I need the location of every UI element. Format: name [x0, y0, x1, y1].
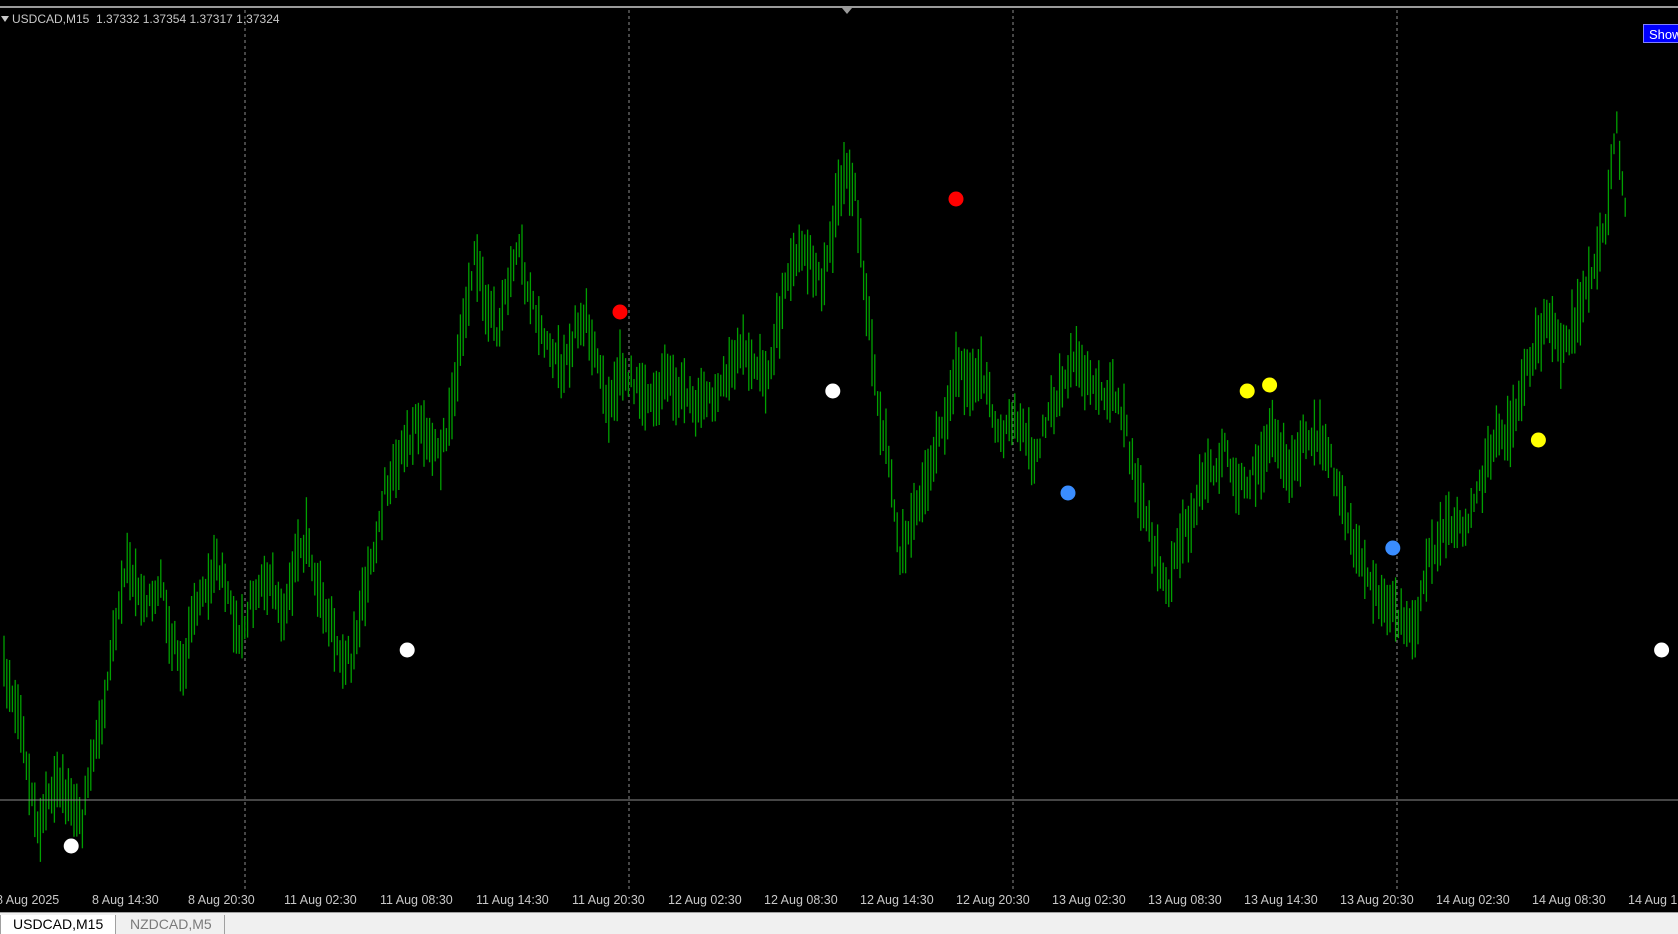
x-tick-label: 8 Aug 2025 [0, 893, 60, 907]
signal-marker-red [948, 191, 964, 207]
candle-group [3, 111, 1626, 862]
x-tick-label: 12 Aug 14:30 [860, 893, 934, 907]
x-tick-label: 11 Aug 02:30 [284, 893, 357, 907]
signal-marker-white [63, 838, 79, 854]
chart-tab-bar: USDCAD,M15 NZDCAD,M5 [0, 912, 1678, 934]
x-tick-label: 14 Aug 02:30 [1436, 893, 1510, 907]
signal-marker-blue [1385, 540, 1401, 556]
signal-marker-blue [1060, 485, 1076, 501]
show-button[interactable]: Show [1643, 24, 1678, 43]
signal-marker-white [1654, 642, 1670, 658]
signal-marker-white [399, 642, 415, 658]
x-tick-label: 11 Aug 08:30 [380, 893, 453, 907]
signal-marker-yellow [1262, 377, 1278, 393]
x-tick-label: 13 Aug 14:30 [1244, 893, 1318, 907]
x-tick-label: 12 Aug 02:30 [668, 893, 742, 907]
price-chart[interactable] [0, 0, 1678, 900]
signal-marker-red [612, 304, 628, 320]
x-tick-label: 13 Aug 08:30 [1148, 893, 1222, 907]
signal-marker-white [825, 383, 841, 399]
tab-usdcad-m15[interactable]: USDCAD,M15 [0, 915, 117, 934]
dropdown-triangle-icon[interactable] [1, 16, 9, 22]
signal-marker-yellow [1239, 383, 1255, 399]
ohlc-values: 1.37332 1.37354 1.37317 1.37324 [96, 12, 280, 26]
symbol-info: USDCAD,M15 1.37332 1.37354 1.37317 1.373… [0, 12, 280, 26]
x-tick-label: 11 Aug 20:30 [572, 893, 645, 907]
x-tick-label: 12 Aug 20:30 [956, 893, 1030, 907]
signal-marker-yellow [1530, 432, 1546, 448]
symbol-name: USDCAD,M15 [12, 12, 90, 26]
x-tick-label: 14 Aug 1 [1628, 893, 1678, 907]
tab-nzdcad-m5[interactable]: NZDCAD,M5 [118, 915, 225, 934]
x-tick-label: 13 Aug 20:30 [1340, 893, 1414, 907]
x-tick-label: 11 Aug 14:30 [476, 893, 549, 907]
x-tick-label: 13 Aug 02:30 [1052, 893, 1126, 907]
x-tick-label: 8 Aug 14:30 [92, 893, 159, 907]
x-tick-label: 8 Aug 20:30 [188, 893, 255, 907]
x-tick-label: 12 Aug 08:30 [764, 893, 838, 907]
x-tick-label: 14 Aug 08:30 [1532, 893, 1606, 907]
